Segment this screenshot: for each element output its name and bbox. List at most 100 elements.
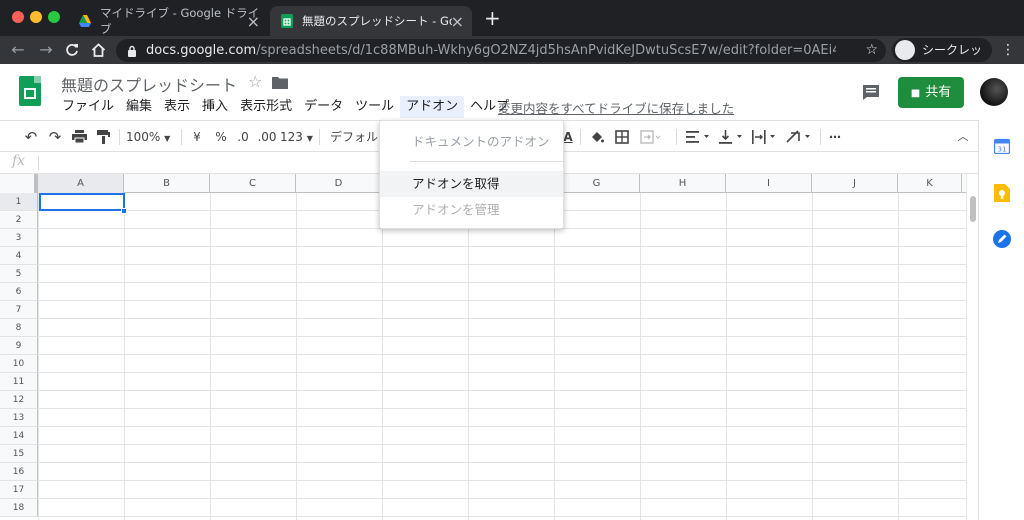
row-header[interactable]: 15 [0,445,38,463]
menu-data[interactable]: データ [298,96,349,118]
column-header[interactable]: I [726,174,812,193]
horizontal-align-icon[interactable] [686,131,712,143]
print-icon[interactable] [68,121,90,153]
select-all-corner[interactable] [0,174,38,193]
close-window-button[interactable] [12,11,24,23]
merge-cells-icon[interactable] [640,130,662,144]
column-header[interactable]: H [640,174,726,193]
get-addons-menu-item[interactable]: アドオンを取得 [380,171,563,197]
keep-icon[interactable] [994,184,1010,202]
home-button[interactable] [86,36,110,64]
url-text[interactable]: docs.google.com/spreadsheets/d/1c88MBuh-… [146,39,836,62]
menu-file[interactable]: ファイル [56,96,120,118]
maximize-window-button[interactable] [48,11,60,23]
tasks-icon[interactable] [993,230,1011,248]
row-header[interactable]: 1 [0,193,38,211]
scroll-thumb[interactable] [970,196,976,222]
decrease-decimal-button[interactable]: .0 [232,121,254,153]
incognito-badge[interactable]: シークレット [892,38,992,81]
column-header[interactable]: D [296,174,382,193]
cells-area[interactable] [38,193,966,520]
addons-dropdown-menu: ドキュメントのアドオン アドオンを取得 アドオンを管理 [379,120,564,229]
more-icon[interactable]: ⋯ [826,121,844,153]
document-title[interactable]: 無題のスプレッドシート [61,72,237,96]
paint-format-icon[interactable] [92,121,114,153]
bookmark-star-icon[interactable]: ☆ [865,39,878,62]
menu-view[interactable]: 表示 [158,96,196,118]
tab-title: マイドライブ - Google ドライブ [100,6,260,36]
fill-color-icon[interactable] [590,130,604,144]
redo-icon[interactable]: ↷ [44,121,66,153]
currency-format-button[interactable]: ¥ [188,121,206,153]
column-header[interactable]: B [124,174,210,193]
active-cell-a1[interactable] [39,193,125,211]
manage-addons-menu-item: アドオンを管理 [412,202,500,217]
column-header[interactable]: J [812,174,898,193]
undo-icon[interactable]: ↶ [20,121,42,153]
sheets-logo-icon[interactable] [19,76,41,106]
home-icon [91,43,105,57]
back-button[interactable]: ← [6,36,30,64]
row-header[interactable]: 7 [0,301,38,319]
row-header[interactable]: 6 [0,283,38,301]
address-bar[interactable]: docs.google.com/spreadsheets/d/1c88MBuh-… [116,39,886,62]
vertical-align-icon[interactable] [719,130,745,144]
row-header[interactable]: 9 [0,337,38,355]
column-header[interactable]: G [554,174,640,193]
comment-icon[interactable] [862,84,880,101]
row-header[interactable]: 16 [0,463,38,481]
zoom-select[interactable]: 100% ▼ [126,121,176,153]
reload-button[interactable] [60,36,84,64]
row-header[interactable]: 11 [0,373,38,391]
column-header[interactable]: K [898,174,962,193]
share-button[interactable]: ■ 共有 [898,77,964,108]
menu-insert[interactable]: 挿入 [196,96,234,118]
collapse-toolbar-icon[interactable]: ︿ [954,121,972,153]
browser-toolbar: ← → docs.google.com/spreadsheets/d/1c88M… [0,36,1024,81]
fill-handle[interactable] [121,208,127,214]
row-header[interactable]: 18 [0,499,38,517]
menu-addons[interactable]: アドオン [400,96,465,118]
row-header[interactable]: 14 [0,427,38,445]
google-drive-icon [79,15,91,27]
column-header[interactable]: C [210,174,296,193]
calendar-icon[interactable]: 31 [994,138,1010,154]
row-header[interactable]: 2 [0,211,38,229]
vertical-scrollbar[interactable] [966,174,978,520]
menu-tools[interactable]: ツール [349,96,400,118]
text-wrapping-icon[interactable] [752,130,778,144]
row-header[interactable]: 10 [0,355,38,373]
column-header[interactable]: A [38,174,124,193]
forward-button[interactable]: → [34,36,58,64]
menu-format[interactable]: 表示形式 [234,96,298,118]
tab-spreadsheet[interactable]: 無題のスプレッドシート - Google × [270,6,472,36]
menu-edit[interactable]: 編集 [120,96,158,118]
new-tab-button[interactable]: + [484,8,501,28]
save-status-link[interactable]: 変更内容をすべてドライブに保存しました [498,98,734,117]
reload-icon [66,44,78,56]
row-header[interactable]: 5 [0,265,38,283]
star-icon[interactable]: ☆ [248,72,262,91]
tab-google-drive[interactable]: マイドライブ - Google ドライブ × [68,6,268,36]
borders-icon[interactable] [615,130,629,144]
row-header[interactable]: 12 [0,391,38,409]
row-header[interactable]: 13 [0,409,38,427]
percent-format-button[interactable]: % [212,121,230,153]
font-select[interactable]: デフォルト [330,121,378,176]
minimize-window-button[interactable] [30,11,42,23]
increase-decimal-button[interactable]: .00 [256,121,278,153]
row-header[interactable]: 17 [0,481,38,499]
row-header[interactable]: 3 [0,229,38,247]
close-tab-icon[interactable]: × [451,12,464,31]
avatar[interactable] [980,78,1008,106]
browser-menu-icon[interactable]: ⋮ [996,36,1020,64]
row-header[interactable]: 4 [0,247,38,265]
text-rotation-icon[interactable] [786,130,814,144]
browser-tab-bar: マイドライブ - Google ドライブ × 無題のスプレッドシート - Goo… [0,0,1024,36]
more-formats-select[interactable]: 123 ▼ [280,121,314,153]
close-tab-icon[interactable]: × [247,12,260,31]
fx-icon: fx [12,153,26,169]
folder-icon[interactable] [272,76,288,89]
row-header[interactable]: 8 [0,319,38,337]
side-panel: 31 [978,120,1024,520]
